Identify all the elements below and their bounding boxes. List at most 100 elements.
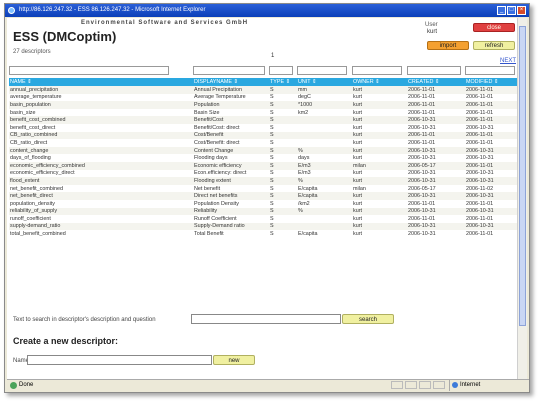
cell-modified: 2006-10-31 [465, 192, 517, 200]
cell-displayname: Reliability [193, 207, 269, 216]
table-row[interactable]: flood_extent Flooding extent S% kurt 2006-10… [9, 177, 517, 185]
filter-name-input[interactable] [9, 66, 169, 75]
status-pane [433, 381, 445, 389]
cell-name[interactable]: net_benefit_combined [9, 184, 193, 193]
cell-owner: kurt [352, 154, 407, 162]
table-row[interactable]: annual_precipitation Annual Precipitation… [9, 86, 517, 94]
cell-name[interactable]: supply-demand_ratio [9, 222, 193, 231]
status-bar: Done Internet [7, 379, 529, 391]
table-row[interactable]: CB_ratio_combined Cost/Benefit Skurt 2006-1… [9, 131, 517, 140]
cell-created: 2006-10-31 [407, 230, 465, 238]
cell-name[interactable]: content_change [9, 146, 193, 155]
column-header-displayname[interactable]: DISPLAYNAME ⇕ [193, 78, 269, 86]
cell-created: 2006-10-31 [407, 177, 465, 185]
table-row[interactable]: CB_ratio_direct Cost/Benefit: direct Skurt… [9, 139, 517, 147]
cell-name[interactable]: reliability_of_supply [9, 207, 193, 216]
maximize-icon[interactable]: □ [507, 6, 516, 15]
cell-name[interactable]: economic_efficiency_combined [9, 161, 193, 170]
cell-displayname: Economic efficiency [193, 161, 269, 170]
cell-modified: 2006-11-01 [465, 230, 517, 238]
cell-modified: 2006-10-31 [465, 169, 517, 178]
column-header-owner[interactable]: OWNER ⇕ [352, 78, 407, 86]
cell-modified: 2006-11-01 [465, 199, 517, 208]
table-row[interactable]: basin_size Basin Size Skm2 kurt 2006-11-01 20… [9, 108, 517, 117]
column-header-created[interactable]: CREATED ⇕ [407, 78, 465, 86]
filter-created-input[interactable] [407, 66, 461, 75]
cell-type: S [269, 108, 297, 117]
table-row[interactable]: basin_population Population S *1000 kurt 2006… [9, 101, 517, 109]
filter-unit-input[interactable] [297, 66, 347, 75]
table-row[interactable]: days_of_flooding Flooding days Sdays kurt 20… [9, 154, 517, 162]
cell-name[interactable]: basin_size [9, 108, 193, 117]
column-header-modified[interactable]: MODIFIED ⇕ [465, 78, 517, 86]
cell-type: S [269, 131, 297, 140]
cell-name[interactable]: flood_extent [9, 177, 193, 185]
internet-zone-icon [452, 382, 458, 388]
cell-name[interactable]: days_of_flooding [9, 154, 193, 162]
refresh-button[interactable]: refresh [473, 41, 515, 50]
cell-name[interactable]: total_benefit_combined [9, 230, 193, 238]
filter-owner-input[interactable] [352, 66, 402, 75]
cell-name[interactable]: runoff_coefficient [9, 215, 193, 223]
column-header-name[interactable]: NAME ⇕ [9, 78, 193, 86]
close-button[interactable]: close [473, 23, 515, 32]
cell-modified: 2006-10-31 [465, 123, 517, 132]
new-button[interactable]: new [213, 355, 255, 365]
cell-unit: % [297, 177, 352, 185]
cell-type: S [269, 93, 297, 102]
table-row[interactable]: total_benefit_combined Total Benefit S E/ca… [9, 230, 517, 238]
vertical-scrollbar[interactable] [517, 18, 527, 380]
cell-displayname: Average Temperature [193, 93, 269, 102]
filter-modified-input[interactable] [465, 66, 515, 75]
table-row[interactable]: reliability_of_supply Reliability S% kurt 20… [9, 207, 517, 216]
table-row[interactable]: population_density Population Density S/km… [9, 199, 517, 208]
user-name: kurt [427, 29, 438, 35]
close-window-icon[interactable]: × [517, 6, 526, 15]
table-row[interactable]: benefit_cost_direct Benefit/Cost: direct S… [9, 123, 517, 132]
search-button[interactable]: search [342, 314, 394, 324]
cell-created: 2006-10-31 [407, 192, 465, 200]
cell-displayname: Direct net benefits [193, 192, 269, 200]
cell-owner: kurt [352, 215, 407, 223]
cell-created: 2006-11-01 [407, 93, 465, 102]
cell-type: S [269, 116, 297, 124]
table-row[interactable]: net_benefit_combined Net benefit S E/capita… [9, 184, 517, 193]
cell-name[interactable]: benefit_cost_direct [9, 123, 193, 132]
minimize-icon[interactable]: _ [497, 6, 506, 15]
cell-name[interactable]: average_temperature [9, 93, 193, 102]
cell-name[interactable]: basin_population [9, 101, 193, 109]
filter-displayname-input[interactable] [193, 66, 265, 75]
cell-displayname: Runoff Coefficient [193, 215, 269, 223]
cell-name[interactable]: benefit_cost_combined [9, 116, 193, 124]
filter-type-input[interactable] [269, 66, 293, 75]
name-input[interactable] [27, 355, 212, 365]
table-row[interactable]: runoff_coefficient Runoff Coefficient Skur… [9, 215, 517, 223]
table-row[interactable]: benefit_cost_combined Benefit/Cost Skurt 20… [9, 116, 517, 124]
cell-modified: 2006-11-01 [465, 139, 517, 147]
table-row[interactable]: supply-demand_ratio Supply-Demand ratio Sk… [9, 222, 517, 231]
search-input[interactable] [191, 314, 341, 324]
cell-name[interactable]: net_benefit_direct [9, 192, 193, 200]
cell-name[interactable]: CB_ratio_combined [9, 131, 193, 140]
table-row[interactable]: average_temperature Average Temperature Sd… [9, 93, 517, 102]
cell-type: S [269, 177, 297, 185]
import-button[interactable]: import [427, 41, 469, 50]
cell-name[interactable]: CB_ratio_direct [9, 139, 193, 147]
table-row[interactable]: net_benefit_direct Direct net benefits S E/… [9, 192, 517, 200]
cell-name[interactable]: population_density [9, 199, 193, 208]
cell-created: 2006-10-31 [407, 146, 465, 155]
scrollbar-thumb[interactable] [519, 26, 526, 326]
table-row[interactable]: economic_efficiency_combined Economic eff… [9, 161, 517, 170]
cell-displayname: Annual Precipitation [193, 86, 269, 94]
table-row[interactable]: economic_efficiency_direct Econ.efficienc… [9, 169, 517, 178]
cell-name[interactable]: economic_efficiency_direct [9, 169, 193, 178]
cell-unit: E/capita [297, 184, 352, 193]
table-row[interactable]: content_change Content Change S% kurt 2006-1… [9, 146, 517, 155]
cell-owner: kurt [352, 123, 407, 132]
column-header-unit[interactable]: UNIT ⇕ [297, 78, 352, 86]
column-header-type[interactable]: TYPE ⇕ [269, 78, 297, 86]
next-link[interactable]: NEXT [500, 58, 516, 64]
cell-name[interactable]: annual_precipitation [9, 86, 193, 94]
cell-modified: 2006-11-01 [465, 86, 517, 94]
cell-modified: 2006-10-31 [465, 207, 517, 216]
